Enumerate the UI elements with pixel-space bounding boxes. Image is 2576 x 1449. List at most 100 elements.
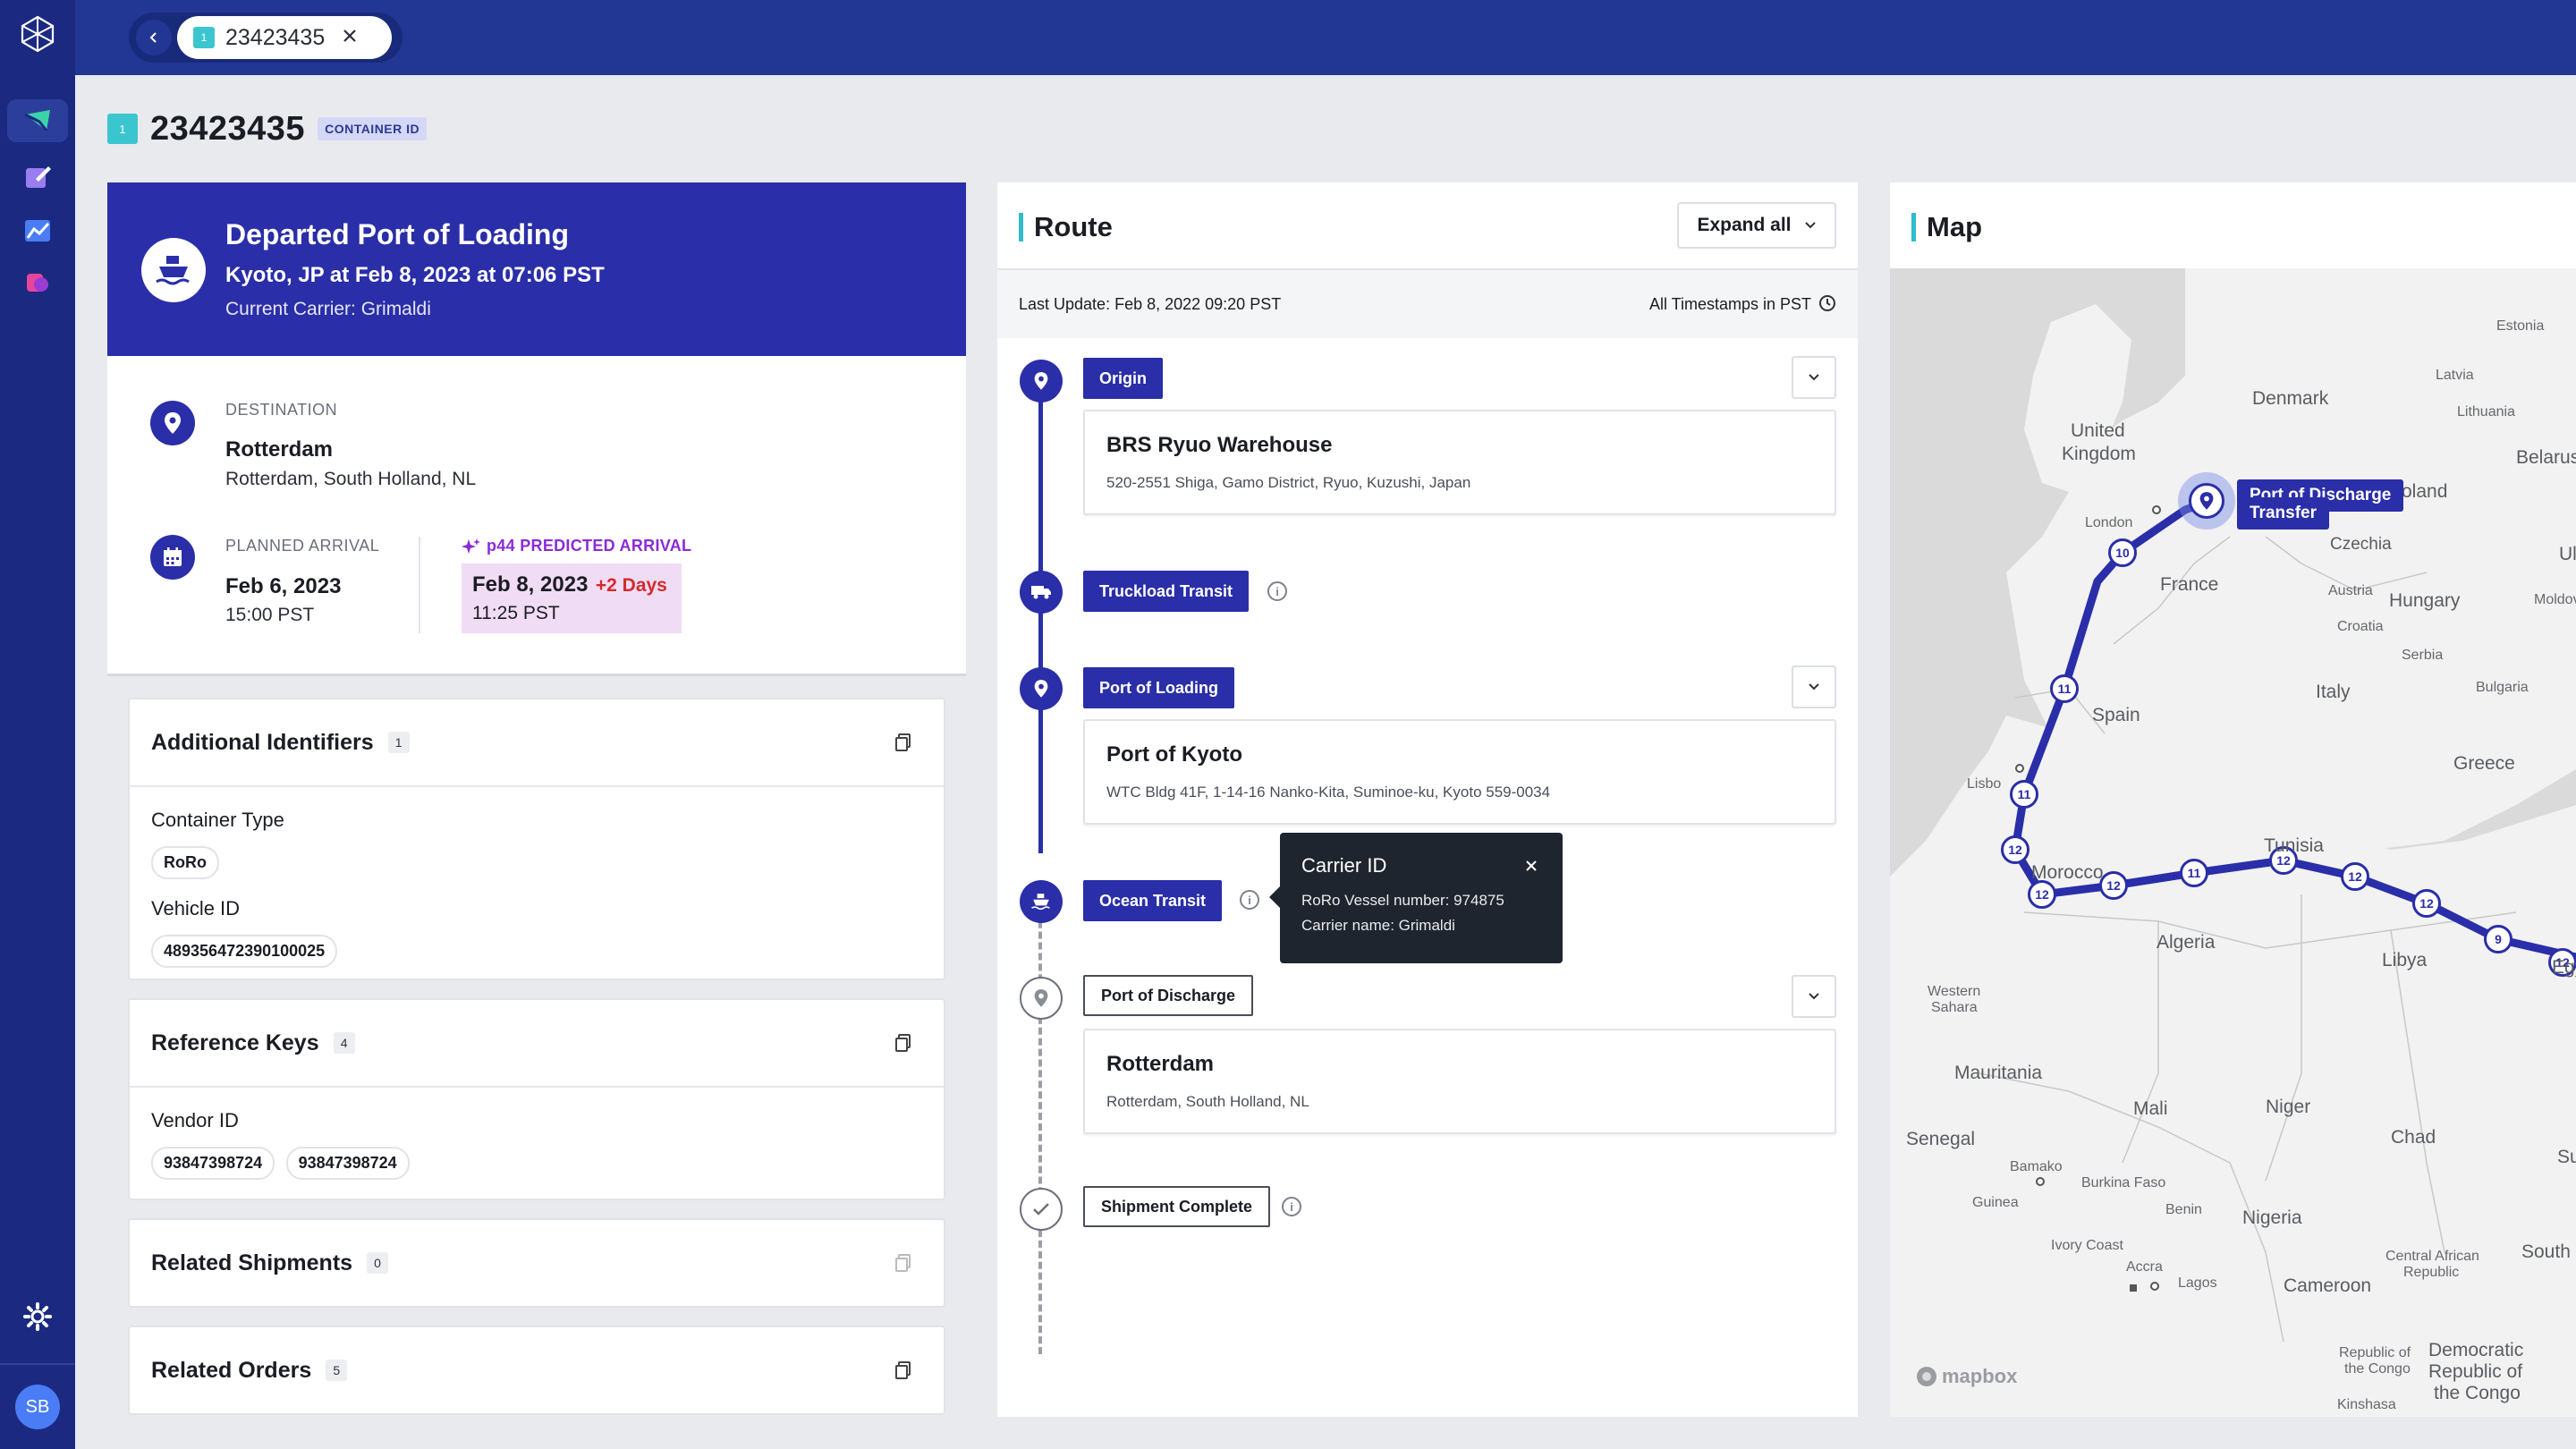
map-label: South <box>2521 1241 2571 1262</box>
chevron-down-icon <box>1804 222 1816 229</box>
copy-icon[interactable] <box>895 733 911 751</box>
map-label: Hungary <box>2389 590 2461 611</box>
predicted-arrival-time: 11:25 PST <box>472 603 560 623</box>
location-pin-icon[interactable] <box>2189 483 2224 519</box>
vendor-id-label: Vendor ID <box>151 1109 239 1131</box>
location-address: Rotterdam, South Holland, NL <box>1106 1093 1309 1110</box>
map-label: Central African <box>2385 1249 2479 1264</box>
chevron-down-icon <box>1809 683 1819 691</box>
map-label: Estonia <box>2496 318 2545 334</box>
container-type-label: Container Type <box>151 809 284 831</box>
info-icon[interactable]: i <box>1282 1197 1301 1216</box>
update-bar: Last Update: Feb 8, 2022 09:20 PST All T… <box>997 268 1858 338</box>
copy-icon[interactable] <box>895 1361 911 1379</box>
section-accent <box>1911 213 1916 242</box>
settings-icon[interactable] <box>16 1295 59 1338</box>
container-type-chip: RoRo <box>151 846 219 879</box>
count-badge: 1 <box>387 732 410 753</box>
route-marker: 12 <box>2001 835 2029 864</box>
expand-all-button[interactable]: Expand all <box>1677 202 1836 249</box>
route-marker: 11 <box>2180 859 2208 887</box>
related-orders-header[interactable]: Related Orders 5 <box>130 1327 944 1413</box>
map-label: Accra <box>2126 1259 2163 1275</box>
status-title: Departed Port of Loading <box>225 218 569 250</box>
nav-analytics-icon[interactable] <box>16 209 59 252</box>
city-dot <box>2150 1282 2159 1291</box>
map-label: Chad <box>2391 1127 2436 1148</box>
destination-label: DESTINATION <box>225 401 338 419</box>
map-label: Democratic <box>2428 1340 2524 1360</box>
map-label: Kingdom <box>2062 444 2136 464</box>
map-label: Bulgaria <box>2476 680 2529 695</box>
info-icon[interactable]: i <box>1240 890 1259 910</box>
location-address: WTC Bldg 41F, 1-14-16 Nanko-Kita, Sumino… <box>1106 784 1551 801</box>
arrival-divider <box>419 537 420 633</box>
map-label: Kinshasa <box>2337 1397 2396 1412</box>
map-label: London <box>2085 515 2133 530</box>
avatar[interactable]: SB <box>15 1385 60 1429</box>
calendar-icon <box>150 535 195 580</box>
sidebar: SB <box>0 0 75 1449</box>
step-tag-shipment-complete: Shipment Complete <box>1083 1186 1271 1227</box>
tooltip-line: RoRo Vessel number: 974875 <box>1301 892 1504 909</box>
map-canvas[interactable]: 10 11 11 12 12 12 11 12 12 12 9 12 Estonia Latvia L… <box>1890 268 2576 1417</box>
arrival-delay: +2 Days <box>595 575 667 596</box>
expand-origin-button[interactable] <box>1792 356 1836 399</box>
back-button[interactable] <box>136 20 172 55</box>
map-label: Ul <box>2559 544 2576 564</box>
location-name: BRS Ryuo Warehouse <box>1106 433 1333 457</box>
tooltip-arrow <box>1269 886 1280 908</box>
map-background <box>1890 268 2576 1417</box>
map-label: Egy <box>2552 957 2576 978</box>
port-discharge-pin-icon <box>1020 977 1063 1020</box>
map-label: Mali <box>2133 1098 2168 1119</box>
port-discharge-location: Rotterdam Rotterdam, South Holland, NL <box>1083 1029 1836 1134</box>
mapbox-attribution[interactable]: mapbox <box>1915 1365 2017 1388</box>
panel-title: Reference Keys <box>151 1030 319 1055</box>
map-label: Lagos <box>2178 1275 2217 1291</box>
carrier-tooltip: Carrier ID RoRo Vessel number: 974875 Ca… <box>1269 833 1563 963</box>
city-dot <box>2130 1284 2137 1292</box>
map-label: France <box>2160 574 2219 595</box>
map-label: oland <box>2402 481 2448 502</box>
predicted-arrival-box: Feb 8, 2023 +2 Days 11:25 PST <box>462 564 682 633</box>
map-label: Western <box>1928 984 1981 999</box>
map-label: Bamako <box>2010 1159 2063 1174</box>
tooltip-title: Carrier ID <box>1301 854 1387 877</box>
expand-port-discharge-button[interactable] <box>1792 975 1836 1018</box>
nav-edit-icon[interactable] <box>16 156 59 199</box>
container-id-badge: CONTAINER ID <box>318 117 428 140</box>
nav-apps-icon[interactable] <box>16 261 59 304</box>
map-label: the Congo <box>2434 1383 2521 1403</box>
copy-icon[interactable] <box>895 1034 911 1052</box>
close-icon[interactable] <box>1525 860 1538 872</box>
route-marker: 12 <box>2028 880 2056 909</box>
location-name: Port of Kyoto <box>1106 742 1242 767</box>
origin-pin-icon <box>1020 360 1063 402</box>
tooltip-line: Carrier name: Grimaldi <box>1301 917 1455 934</box>
copy-icon <box>895 1254 911 1272</box>
nav-tracking-icon[interactable] <box>7 99 68 142</box>
tab-container[interactable]: 1 23423435 <box>177 16 392 59</box>
related-shipments-header[interactable]: Related Shipments 0 <box>130 1220 944 1306</box>
clock-icon <box>1819 295 1835 311</box>
logo-icon[interactable] <box>16 13 59 55</box>
map-label: United <box>2071 420 2125 441</box>
chevron-down-icon <box>1809 374 1819 381</box>
status-subtitle: Kyoto, JP at Feb 8, 2023 at 07:06 PST <box>225 263 605 287</box>
location-name: Rotterdam <box>1106 1052 1215 1076</box>
transfer-map-label: Transfer <box>2237 497 2329 530</box>
reference-keys-header[interactable]: Reference Keys 4 <box>130 1000 944 1086</box>
attribution-text: mapbox <box>1942 1365 2018 1387</box>
map-label: Denmark <box>2252 388 2329 409</box>
location-address: 520-2551 Shiga, Gamo District, Ryuo, Kuz… <box>1106 474 1471 491</box>
expand-port-loading-button[interactable] <box>1792 665 1836 708</box>
map-label: Benin <box>2165 1202 2202 1217</box>
map-label: Latvia <box>2436 368 2474 383</box>
close-icon[interactable] <box>343 29 357 47</box>
map-label: Guinea <box>1972 1195 2019 1210</box>
port-loading-pin-icon <box>1020 667 1063 710</box>
additional-identifiers-header[interactable]: Additional Identifiers 1 <box>130 699 944 785</box>
info-icon[interactable]: i <box>1267 581 1287 601</box>
truck-icon <box>1020 571 1063 614</box>
